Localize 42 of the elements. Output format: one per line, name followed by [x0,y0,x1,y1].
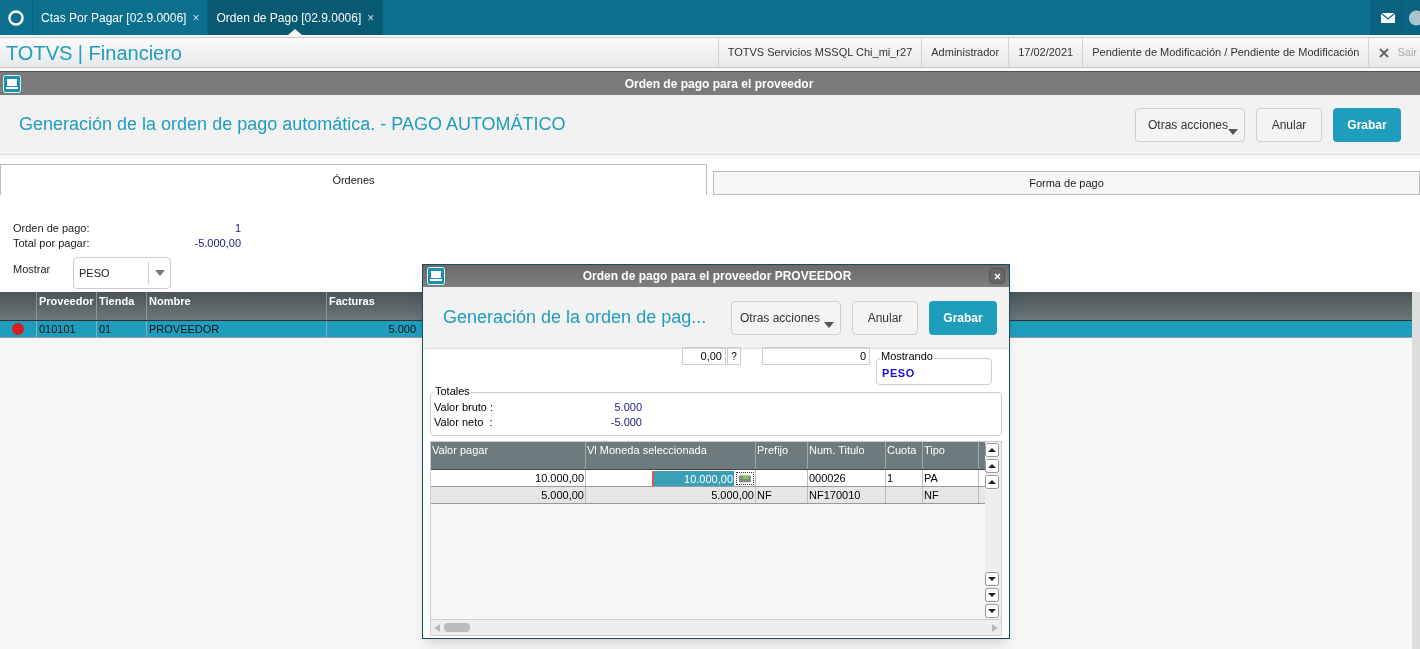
table-cell: 10.000,00 [431,470,586,486]
app-title: TOTVS | Financiero [5,40,183,66]
page-title: Generación de la orden de pago automática. - PAGO AUTOMÁTICO [19,113,567,136]
column-header: Cuota [886,442,923,469]
table-cell: NF [923,487,979,503]
table-cell: PA [923,470,979,486]
status-item: Administrador [921,38,1009,67]
status-item: TOTVS Servicios MSSQL Chi_mi_r27 [717,38,922,67]
field-label: Total por pagar: [13,236,91,252]
table-cell: 01 [97,321,147,337]
window-title: Orden de pago para el proveedor [623,75,815,93]
field-value: 5.000 [613,400,642,416]
table-cell: PROVEEDOR [147,321,327,337]
dialog-heading: Generación de la orden de pag... [443,306,708,329]
currency-value: PESO [882,366,915,381]
table-cell: 5.000,00 [431,487,586,503]
table-cell: 5.000,00 [586,487,756,503]
field-value: -5.000,00 [193,236,241,252]
table-cell: NF [756,487,808,503]
group-legend: Totales [434,386,471,397]
table-cell: 1 [886,470,923,486]
status-item: Pendiente de Modificación / Pendiente de Modificación [1082,38,1369,67]
field-value: 1 [233,221,241,237]
column-header: Prefijo [756,442,808,469]
field-label: Orden de pago: [13,221,91,237]
column-header: Proveedor [37,292,97,320]
field-value: -5.000 [609,415,642,431]
status-item: 17/02/2021 [1008,38,1083,67]
column-header: Tipo [923,442,979,469]
group-legend: Mostrando [880,351,934,362]
column-header: Valor pagar [431,442,586,469]
field-label: Valor bruto : [434,400,495,416]
column-header: Tienda [97,292,147,320]
column-header: Nombre [147,292,327,320]
dialog-title: Orden de pago para el proveedor PROVEEDOR [581,268,853,285]
table-cell: 000026 [808,470,886,486]
column-header: Vl Moneda seleccionada [586,442,756,469]
field-label: Valor neto : [434,415,494,431]
table-cell: 010101 [37,321,97,337]
field-label: Mostrar [13,262,52,277]
table-cell: NF170010 [808,487,886,503]
column-header: Num. Titulo [808,442,886,469]
